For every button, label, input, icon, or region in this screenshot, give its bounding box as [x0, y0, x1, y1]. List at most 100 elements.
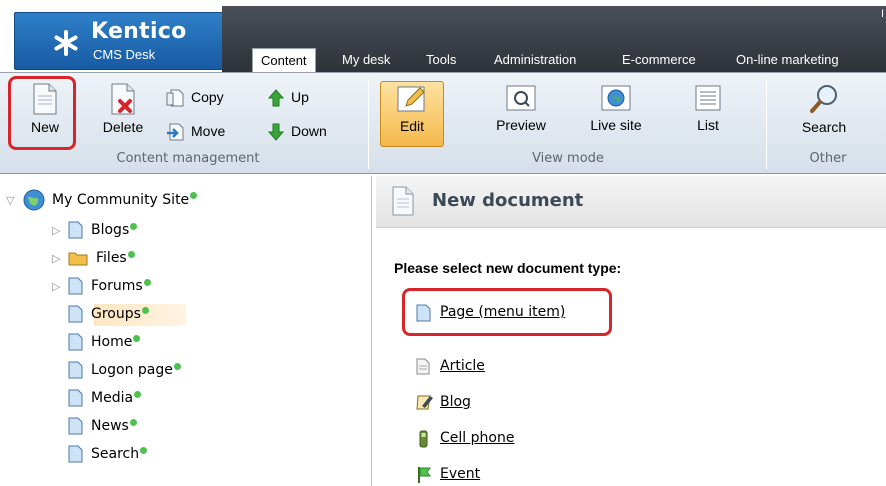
up-label: Up: [291, 89, 309, 105]
new-button[interactable]: New: [16, 81, 74, 147]
brand-name: Kentico: [91, 19, 187, 44]
page-icon: [416, 304, 431, 322]
down-button[interactable]: Down: [268, 119, 327, 143]
doc-type-prompt: Please select new document type:: [394, 260, 622, 276]
tree-item[interactable]: Files: [68, 247, 135, 269]
content-tree: ▽ My Community Site ▷ Blogs ▷ Files ▷ Fo…: [0, 176, 372, 486]
page-icon: [68, 445, 83, 463]
collapse-arrow-icon[interactable]: ▽: [6, 194, 14, 207]
live-site-label: Live site: [590, 117, 642, 133]
edit-label: Edit: [399, 118, 425, 134]
tree-item[interactable]: Blogs: [68, 219, 138, 241]
delete-label: Delete: [102, 119, 144, 135]
page-icon: [68, 277, 83, 295]
toolbar-divider: [368, 79, 369, 169]
preview-label: Preview: [496, 117, 546, 133]
expand-arrow-icon[interactable]: ▷: [52, 280, 60, 293]
live-site-button[interactable]: Live site: [578, 81, 654, 147]
edit-view-button[interactable]: Edit: [380, 81, 444, 147]
page-header: New document: [376, 176, 886, 228]
published-dot: [129, 419, 137, 426]
blog-icon: [416, 395, 433, 410]
tree-item[interactable]: Search: [68, 443, 148, 465]
preview-magnifier-icon: [506, 85, 536, 111]
delete-document-icon: [111, 83, 135, 115]
cell-phone-icon: [419, 430, 428, 448]
doctype-link-page[interactable]: Page (menu item): [416, 301, 565, 323]
doctype-link-blog[interactable]: Blog: [416, 391, 471, 413]
search-button[interactable]: Search: [790, 81, 858, 147]
published-dot: [134, 391, 142, 398]
copy-icon: [166, 89, 184, 107]
down-label: Down: [291, 123, 327, 139]
page-icon: [68, 389, 83, 407]
tree-item[interactable]: Home: [68, 331, 141, 353]
tree-item[interactable]: News: [68, 415, 137, 437]
tree-root-label: My Community Site: [52, 192, 190, 208]
folder-icon: [68, 252, 88, 266]
published-dot: [130, 223, 138, 230]
move-label: Move: [191, 123, 226, 139]
list-label: List: [697, 117, 719, 133]
product-name: CMS Desk: [93, 47, 156, 62]
page-icon: [68, 333, 83, 351]
tab-content[interactable]: Content: [252, 48, 316, 73]
doctype-link-article[interactable]: Article: [416, 355, 485, 377]
kentico-logo[interactable]: Kentico CMS Desk: [14, 12, 224, 70]
published-dot: [127, 251, 135, 258]
tree-item[interactable]: Forums: [68, 275, 151, 297]
page-icon: [68, 361, 83, 379]
tab-online-marketing[interactable]: On-line marketing: [728, 48, 847, 72]
edit-pencil-icon: [397, 86, 425, 112]
globe-icon: [601, 85, 631, 111]
published-dot: [173, 363, 181, 370]
published-dot: [133, 335, 141, 342]
main-tabbar: I Content My desk Tools Administration E…: [222, 6, 886, 73]
arrow-down-icon: [268, 123, 284, 142]
tab-administration[interactable]: Administration: [486, 48, 584, 72]
move-button[interactable]: Move: [166, 119, 225, 143]
tab-tools[interactable]: Tools: [418, 48, 464, 72]
group-caption-other: Other: [809, 151, 847, 166]
group-caption-view-mode: View mode: [532, 151, 604, 166]
tree-root-node[interactable]: My Community Site: [22, 188, 198, 211]
tab-e-commerce[interactable]: E-commerce: [614, 48, 704, 72]
page-icon: [68, 417, 83, 435]
event-flag-icon: [418, 467, 431, 483]
up-button[interactable]: Up: [268, 85, 309, 109]
tree-item-selected[interactable]: Groups: [68, 303, 149, 325]
tree-item[interactable]: Media: [68, 387, 142, 409]
article-icon: [416, 358, 430, 375]
app-header: Kentico CMS Desk I Content My desk Tools…: [0, 0, 886, 73]
tree-item[interactable]: Logon page: [68, 359, 181, 381]
delete-button[interactable]: Delete: [92, 81, 154, 147]
doctype-link-cell-phone[interactable]: Cell phone: [419, 427, 514, 449]
copy-label: Copy: [191, 89, 224, 105]
pane-splitter[interactable]: [371, 176, 372, 486]
page-title: New document: [432, 190, 584, 211]
published-dot: [190, 192, 198, 199]
page-icon: [68, 221, 83, 239]
search-magnifier-icon: [810, 85, 837, 113]
arrow-up-icon: [268, 89, 284, 107]
new-document-icon: [33, 83, 57, 115]
site-globe-icon: [23, 189, 45, 211]
tab-my-desk[interactable]: My desk: [334, 48, 398, 72]
doctype-link-event[interactable]: Event: [418, 463, 480, 485]
list-icon: [695, 85, 721, 111]
group-caption-content-management: Content management: [116, 151, 260, 166]
page-icon: [68, 305, 83, 323]
copy-button[interactable]: Copy: [166, 85, 224, 109]
expand-arrow-icon[interactable]: ▷: [52, 252, 60, 265]
new-document-icon: [392, 186, 414, 216]
published-dot: [143, 279, 151, 286]
content-toolbar: New Delete Copy Move Up Down Content man…: [0, 72, 886, 174]
published-dot: [140, 447, 148, 454]
new-label: New: [30, 119, 59, 135]
preview-button[interactable]: Preview: [484, 81, 558, 147]
list-view-button[interactable]: List: [678, 81, 738, 147]
kentico-logo-icon: [54, 30, 78, 56]
published-dot: [141, 307, 149, 314]
expand-arrow-icon[interactable]: ▷: [52, 224, 60, 237]
header-corner-text: I: [880, 8, 884, 20]
